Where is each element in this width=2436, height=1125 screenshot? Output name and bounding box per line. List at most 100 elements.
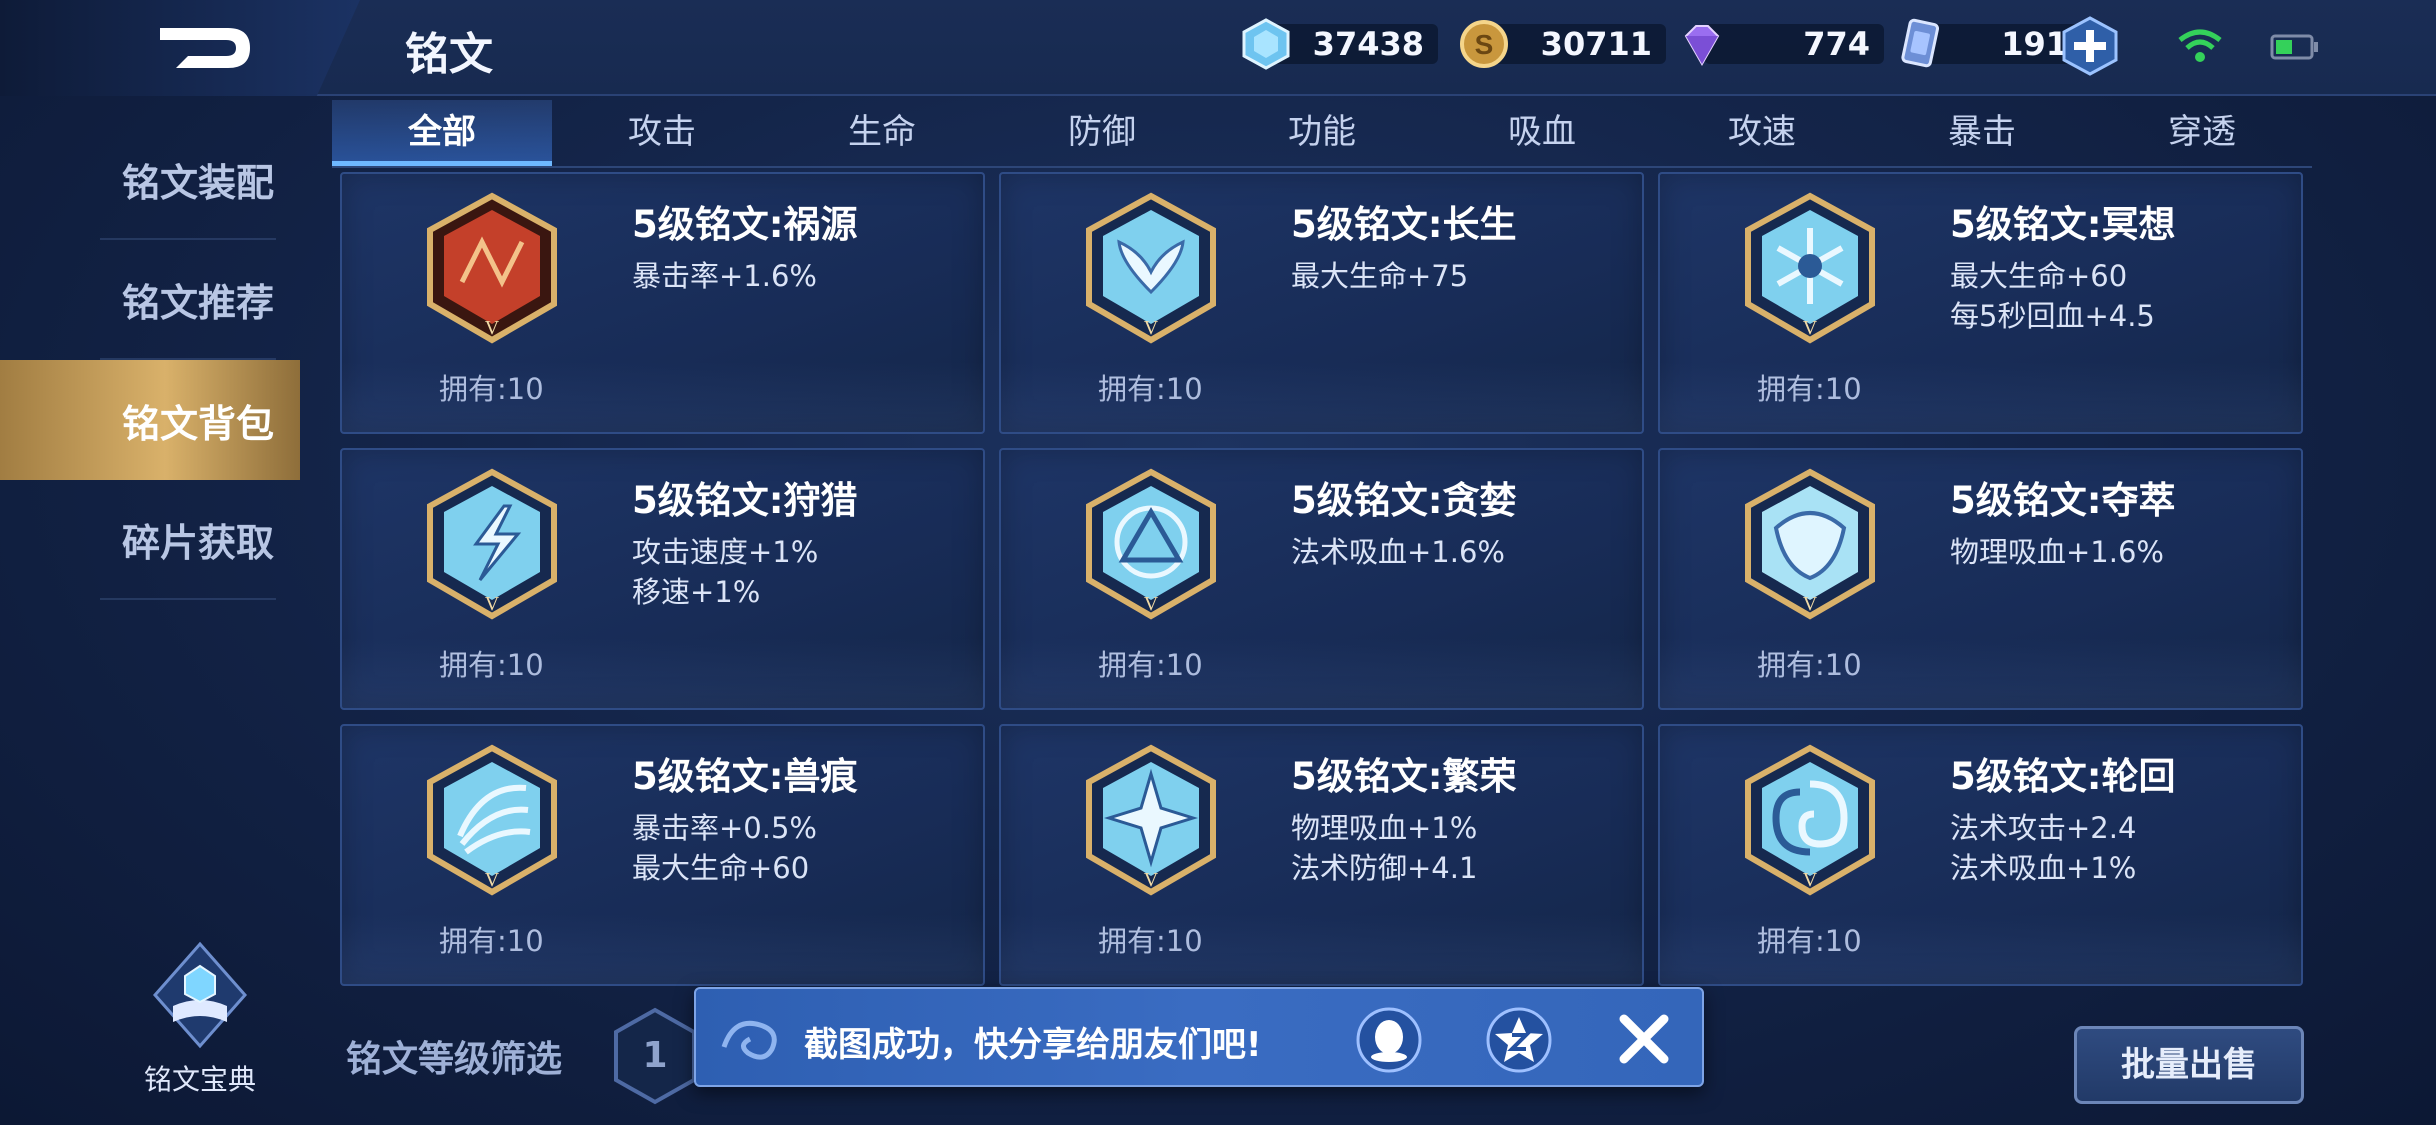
rune-stat: 攻击速度+1%	[632, 535, 819, 569]
svg-text:V: V	[1803, 869, 1818, 891]
rune-stats: 攻击速度+1% 移速+1%	[632, 532, 818, 612]
sidebar-item-rune-setup[interactable]: 铭文装配	[100, 120, 276, 240]
rune-fanrong-icon: V	[1086, 744, 1216, 896]
page-title: 铭文	[405, 29, 493, 80]
rune-card[interactable]: V 5级铭文:冥想 最大生命+60 每5秒回血+4.5 拥有:10	[1658, 172, 2303, 434]
rune-tanlan-icon: V	[1086, 468, 1216, 620]
tab-attack[interactable]: 攻击	[552, 100, 772, 166]
rune-changsheng-icon: V	[1086, 192, 1216, 344]
rune-stats: 暴击率+0.5% 最大生命+60	[632, 808, 817, 888]
rune-owned-count: 拥有:10	[1757, 648, 1862, 682]
rune-stat: 移速+1%	[632, 575, 761, 609]
rune-stat: 法术攻击+2.4	[1950, 811, 2137, 845]
rune-stats: 暴击率+1.6%	[632, 256, 817, 296]
rune-card[interactable]: V 5级铭文:夺萃 物理吸血+1.6% 拥有:10	[1658, 448, 2303, 710]
rune-name: 5级铭文:贪婪	[1291, 479, 1517, 522]
rune-card-count: 191	[1922, 24, 2082, 64]
rune-stat: 物理吸血+1.6%	[1950, 535, 2164, 569]
rune-duocui-icon: V	[1745, 468, 1875, 620]
qzone-icon[interactable]	[1486, 1007, 1552, 1073]
rune-owned-count: 拥有:10	[439, 648, 544, 682]
svg-text:V: V	[1803, 593, 1818, 615]
rune-owned-count: 拥有:10	[1098, 372, 1203, 406]
rune-codex-label: 铭文宝典	[143, 1063, 256, 1096]
rune-owned-count: 拥有:10	[1757, 924, 1862, 958]
tab-penetration[interactable]: 穿透	[2092, 100, 2312, 166]
close-icon[interactable]	[1616, 1011, 1672, 1067]
rune-owned-count: 拥有:10	[1098, 648, 1203, 682]
tab-critical[interactable]: 暴击	[1872, 100, 2092, 166]
rune-card[interactable]: V 5级铭文:狩猎 攻击速度+1% 移速+1% 拥有:10	[340, 448, 985, 710]
rune-stat: 法术防御+4.1	[1291, 851, 1478, 885]
level-filter-label: 铭文等级筛选	[346, 1039, 563, 1080]
rune-mingxiang-icon: V	[1745, 192, 1875, 344]
rune-codex-icon	[152, 941, 248, 1049]
rune-name: 5级铭文:夺萃	[1950, 479, 2176, 522]
rune-grid: V 5级铭文:祸源 暴击率+1.6% 拥有:10 V 5级铭文:长生 最大生命+…	[340, 172, 2303, 986]
rune-name: 5级铭文:冥想	[1950, 203, 2176, 246]
sidebar-item-rune-bag[interactable]: 铭文背包	[0, 360, 300, 480]
rune-card[interactable]: V 5级铭文:轮回 法术攻击+2.4 法术吸血+1% 拥有:10	[1658, 724, 2303, 986]
tab-all[interactable]: 全部	[332, 100, 552, 166]
rune-card[interactable]: V 5级铭文:祸源 暴击率+1.6% 拥有:10	[340, 172, 985, 434]
rune-codex-button[interactable]: 铭文宝典	[130, 940, 270, 1096]
back-button[interactable]	[150, 20, 260, 76]
rune-stat: 最大生命+60	[632, 851, 810, 885]
diamond-icon	[1684, 25, 1720, 67]
rune-name: 5级铭文:祸源	[632, 203, 858, 246]
diamond-count: 774	[1704, 24, 1884, 64]
add-currency-button[interactable]	[2060, 16, 2120, 76]
rune-name: 5级铭文:长生	[1291, 203, 1517, 246]
rune-card[interactable]: V 5级铭文:繁荣 物理吸血+1% 法术防御+4.1 拥有:10	[999, 724, 1644, 986]
crystal-count: 37438	[1268, 24, 1438, 64]
rune-owned-count: 拥有:10	[1098, 924, 1203, 958]
rune-stats: 最大生命+75	[1291, 256, 1468, 296]
rune-card[interactable]: V 5级铭文:贪婪 法术吸血+1.6% 拥有:10	[999, 448, 1644, 710]
rune-stats: 物理吸血+1% 法术防御+4.1	[1291, 808, 1477, 888]
category-tabs: 全部 攻击 生命 防御 功能 吸血 攻速 暴击 穿透	[332, 100, 2312, 168]
svg-text:V: V	[1803, 317, 1818, 339]
tab-utility[interactable]: 功能	[1212, 100, 1432, 166]
batch-sell-button[interactable]: 批量出售	[2074, 1026, 2304, 1104]
rune-stat: 最大生命+60	[1950, 259, 2128, 293]
gold-coin-icon: S	[1460, 20, 1508, 68]
svg-text:V: V	[1144, 869, 1159, 891]
top-bar: 铭文 37438 S 30711 774 191	[0, 0, 2436, 96]
rune-card[interactable]: V 5级铭文:长生 最大生命+75 拥有:10	[999, 172, 1644, 434]
rune-stat: 最大生命+75	[1291, 259, 1469, 293]
rune-owned-count: 拥有:10	[439, 924, 544, 958]
svg-text:V: V	[485, 593, 500, 615]
rune-card-icon	[1901, 18, 1940, 68]
screenshot-toast: 截图成功，快分享给朋友们吧!	[694, 987, 1704, 1087]
rune-stats: 法术吸血+1.6%	[1291, 532, 1505, 572]
qq-icon[interactable]	[1356, 1007, 1422, 1073]
svg-text:S: S	[1475, 29, 1494, 60]
gold-count: 30711	[1486, 24, 1666, 64]
tab-defense[interactable]: 防御	[992, 100, 1212, 166]
svg-text:V: V	[485, 317, 500, 339]
rune-card[interactable]: V 5级铭文:兽痕 暴击率+0.5% 最大生命+60 拥有:10	[340, 724, 985, 986]
rune-stat: 法术吸血+1.6%	[1291, 535, 1505, 569]
rune-stats: 最大生命+60 每5秒回血+4.5	[1950, 256, 2155, 336]
rune-shoulie-icon: V	[427, 468, 557, 620]
level-filter-chip[interactable]: 1	[612, 1006, 698, 1106]
tab-health[interactable]: 生命	[772, 100, 992, 166]
tab-attack-speed[interactable]: 攻速	[1652, 100, 1872, 166]
rune-lunhui-icon: V	[1745, 744, 1875, 896]
rune-name: 5级铭文:繁荣	[1291, 755, 1517, 798]
rune-owned-count: 拥有:10	[439, 372, 544, 406]
rune-card-currency: 191	[1894, 18, 2082, 70]
svg-text:V: V	[485, 869, 500, 891]
toast-message: 截图成功，快分享给朋友们吧!	[804, 1025, 1262, 1065]
rune-name: 5级铭文:轮回	[1950, 755, 2176, 798]
rune-name: 5级铭文:兽痕	[632, 755, 858, 798]
rune-stats: 物理吸血+1.6%	[1950, 532, 2164, 572]
rune-stats: 法术攻击+2.4 法术吸血+1%	[1950, 808, 2136, 888]
rune-stat: 暴击率+0.5%	[632, 811, 817, 845]
battery-icon	[2270, 34, 2318, 60]
tab-lifesteal[interactable]: 吸血	[1432, 100, 1652, 166]
diamond-currency: 774	[1676, 18, 1884, 70]
gold-currency: S 30711	[1458, 18, 1666, 70]
sidebar-item-fragment-source[interactable]: 碎片获取	[100, 480, 276, 600]
sidebar-item-rune-recommend[interactable]: 铭文推荐	[100, 240, 276, 360]
